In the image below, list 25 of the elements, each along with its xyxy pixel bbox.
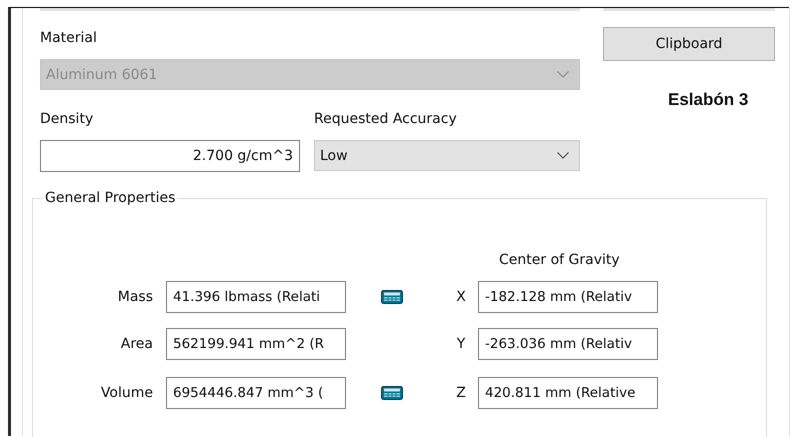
part-name-note: Eslabón 3 [667, 90, 750, 110]
material-label: Material [40, 29, 98, 48]
chevron-icon [557, 71, 569, 78]
accuracy-label: Requested Accuracy [314, 110, 458, 129]
density-field[interactable]: 2.700 g/cm^3 [40, 140, 300, 172]
cog-field[interactable]: 420.811 mm (Relative [478, 377, 658, 409]
group-title: General Properties [44, 190, 176, 206]
axis-label: X [455, 289, 467, 305]
calculator-icon[interactable] [381, 386, 403, 400]
cog-field[interactable]: -263.036 mm (Relativ [478, 328, 658, 360]
property-label: Mass [116, 289, 153, 305]
property-field[interactable]: 41.396 lbmass (Relati [166, 281, 346, 313]
property-field[interactable]: 562199.941 mm^2 (R [166, 328, 346, 360]
density-label: Density [40, 110, 94, 129]
center-of-gravity-title: Center of Gravity [499, 252, 620, 268]
property-label: Area [120, 336, 153, 352]
property-field[interactable]: 6954446.847 mm^3 ( [166, 377, 346, 409]
axis-label: Z [455, 385, 467, 401]
calculator-icon[interactable] [381, 290, 403, 304]
cog-field[interactable]: -182.128 mm (Relativ [478, 281, 658, 313]
property-label: Volume [100, 385, 153, 401]
clipboard-button[interactable]: Clipboard [603, 27, 775, 61]
axis-label: Y [456, 336, 466, 352]
accuracy-dropdown[interactable]: Low [314, 140, 580, 171]
chevron-icon [557, 152, 569, 159]
